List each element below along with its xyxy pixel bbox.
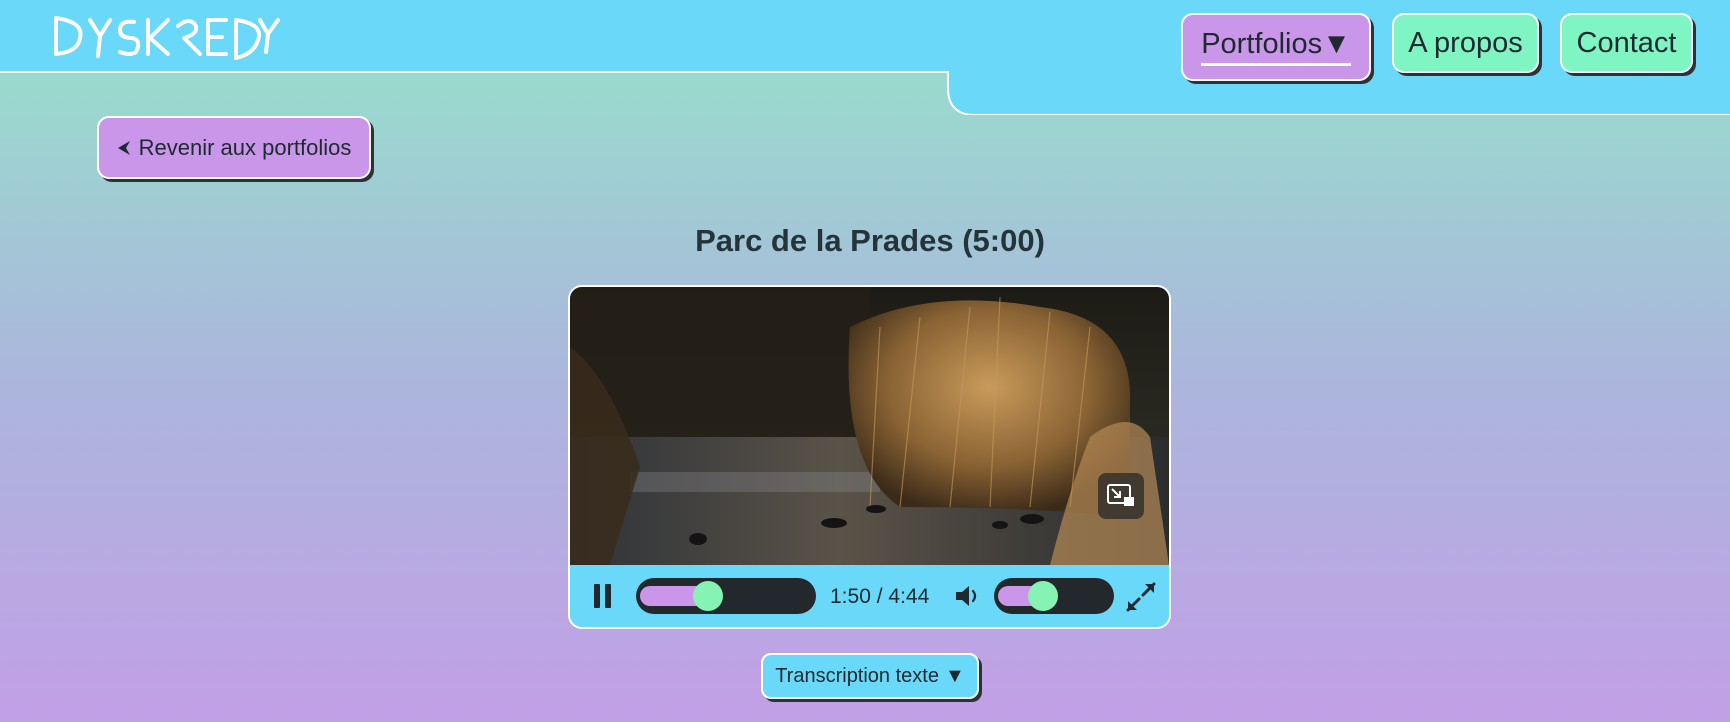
pause-icon-bar — [605, 584, 611, 608]
nav-apropos-button[interactable]: A propos — [1392, 13, 1539, 73]
back-to-portfolios-button[interactable]: Revenir aux portfolios — [97, 116, 371, 179]
seek-thumb[interactable] — [693, 581, 723, 611]
video-title: Parc de la Prades (5:00) — [695, 223, 1045, 258]
fullscreen-icon — [1126, 582, 1156, 612]
nav-contact-label: Contact — [1576, 26, 1677, 59]
volume-icon — [956, 586, 977, 606]
volume-thumb[interactable] — [1028, 581, 1058, 611]
pause-icon — [594, 584, 600, 608]
back-button-label: Revenir aux portfolios — [138, 134, 352, 160]
nav-portfolios-label: Portfolios▼ — [1201, 28, 1351, 66]
video-frame[interactable] — [570, 287, 1169, 565]
picture-in-picture-icon — [1107, 484, 1134, 506]
nav-contact-button[interactable]: Contact — [1560, 13, 1693, 73]
time-display: 1:50 / 4:44 — [830, 585, 930, 608]
volume-slider[interactable] — [994, 578, 1114, 614]
mute-button[interactable] — [954, 583, 982, 609]
seek-slider[interactable] — [636, 578, 816, 614]
duration: 4:44 — [888, 585, 930, 608]
fullscreen-button[interactable] — [1125, 581, 1157, 613]
picture-in-picture-button[interactable] — [1098, 473, 1144, 519]
video-player[interactable]: 1:50 / 4:44 — [568, 285, 1171, 629]
nav-portfolios-button[interactable]: Portfolios▼ — [1181, 13, 1371, 81]
current-time: 1:50 — [830, 585, 871, 608]
video-controls: 1:50 / 4:44 — [570, 565, 1169, 627]
transcript-label: Transcription texte — [775, 664, 939, 687]
nav-apropos-label: A propos — [1408, 26, 1523, 59]
triangle-down-icon: ▼ — [944, 664, 965, 687]
pause-button[interactable] — [592, 582, 614, 610]
triangle-down-icon: ▼ — [1322, 28, 1351, 60]
site-logo[interactable] — [50, 12, 280, 62]
chevron-left-icon — [117, 140, 130, 155]
transcript-toggle-button[interactable]: Transcription texte ▼ — [761, 653, 979, 699]
